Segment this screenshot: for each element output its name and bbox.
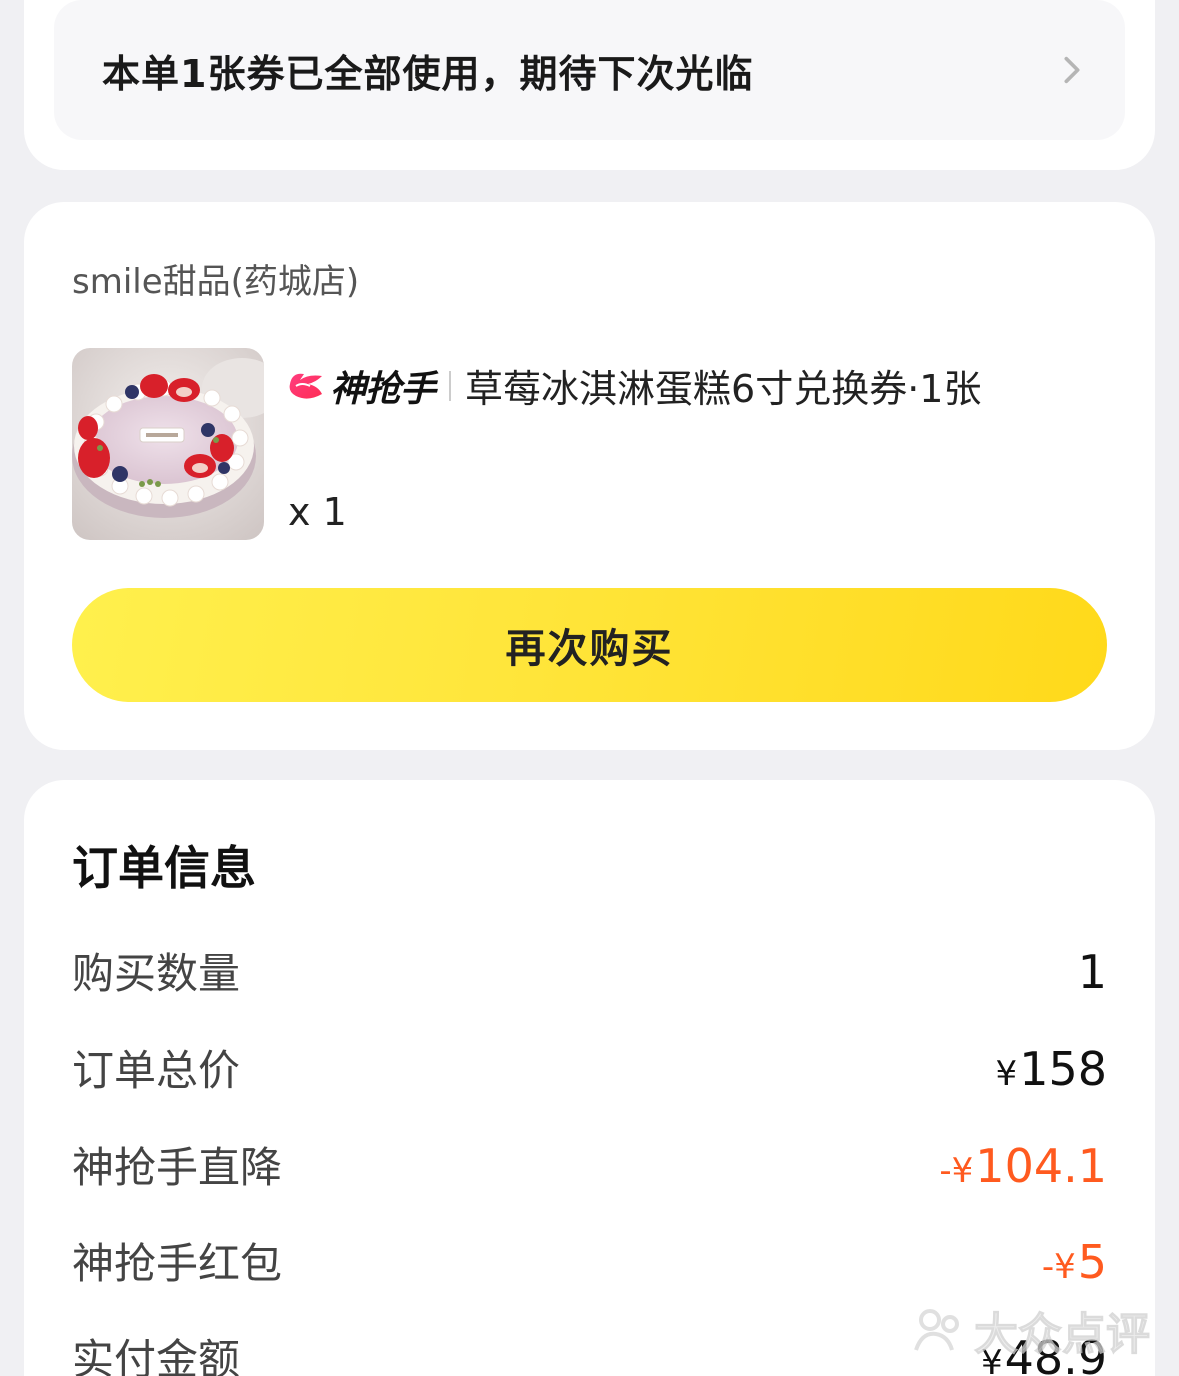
amount: 104.1	[975, 1139, 1107, 1193]
order-row-red-packet: 神抢手红包 -¥5	[72, 1230, 1107, 1291]
voucher-status-row[interactable]: 本单1张券已全部使用，期待下次光临	[54, 0, 1125, 140]
order-row-label: 实付金额	[72, 1335, 241, 1376]
currency-sign: -¥	[1041, 1247, 1076, 1287]
brand-tag-text: 神抢手	[330, 368, 436, 410]
order-row-label: 订单总价	[72, 1046, 241, 1095]
title-separator	[449, 370, 452, 401]
order-row-label: 神抢手直降	[72, 1143, 283, 1192]
watermark-text: 大众点评	[974, 1309, 1151, 1361]
voucher-status-text: 本单1张券已全部使用，期待下次光临	[102, 51, 754, 96]
order-row-label: 神抢手红包	[72, 1239, 283, 1288]
amount: 158	[1019, 1042, 1107, 1096]
order-info-title: 订单信息	[72, 841, 256, 895]
order-row-value: -¥104.1	[939, 1139, 1107, 1193]
shenqiangshou-logo-icon	[289, 373, 322, 399]
product-card: smile甜品(药城店) 神抢手 草莓冰淇淋蛋糕6寸兑换券·1张 x 1 再次购…	[24, 202, 1155, 750]
amount: 5	[1077, 1235, 1107, 1289]
order-row-value: -¥5	[1042, 1235, 1107, 1289]
order-row-label: 购买数量	[72, 949, 241, 998]
order-detail-page: 本单1张券已全部使用，期待下次光临 smile甜品(药城店) 神抢手 草莓冰淇淋…	[0, 0, 1179, 1376]
order-row-quantity: 购买数量 1	[72, 940, 1107, 1001]
brand-tag: 神抢手	[286, 360, 436, 412]
currency-sign: ¥	[995, 1054, 1018, 1094]
product-thumbnail[interactable]	[72, 348, 264, 540]
order-row-value: 1	[1076, 945, 1107, 999]
rebuy-button[interactable]: 再次购买	[72, 588, 1107, 702]
product-title[interactable]: 草莓冰淇淋蛋糕6寸兑换券·1张	[465, 358, 981, 413]
voucher-status-card: 本单1张券已全部使用，期待下次光临	[24, 0, 1155, 170]
dianping-logo-icon	[914, 1309, 959, 1351]
shop-name[interactable]: smile甜品(药城店)	[72, 254, 359, 303]
order-row-value: ¥158	[996, 1042, 1107, 1096]
order-info-card: 订单信息 购买数量 1 订单总价 ¥158 神抢手直降 -¥104.1 神抢手红…	[24, 780, 1155, 1376]
product-quantity: x 1	[288, 490, 347, 534]
cake-photo	[72, 348, 264, 540]
amount: 1	[1077, 945, 1107, 999]
order-row-direct-discount: 神抢手直降 -¥104.1	[72, 1134, 1107, 1195]
order-row-total: 订单总价 ¥158	[72, 1037, 1107, 1098]
product-title-row: 神抢手 草莓冰淇淋蛋糕6寸兑换券·1张	[286, 358, 981, 413]
watermark: 大众点评	[912, 1298, 1151, 1362]
chevron-right-icon	[1064, 56, 1080, 84]
currency-sign: -¥	[939, 1151, 974, 1191]
